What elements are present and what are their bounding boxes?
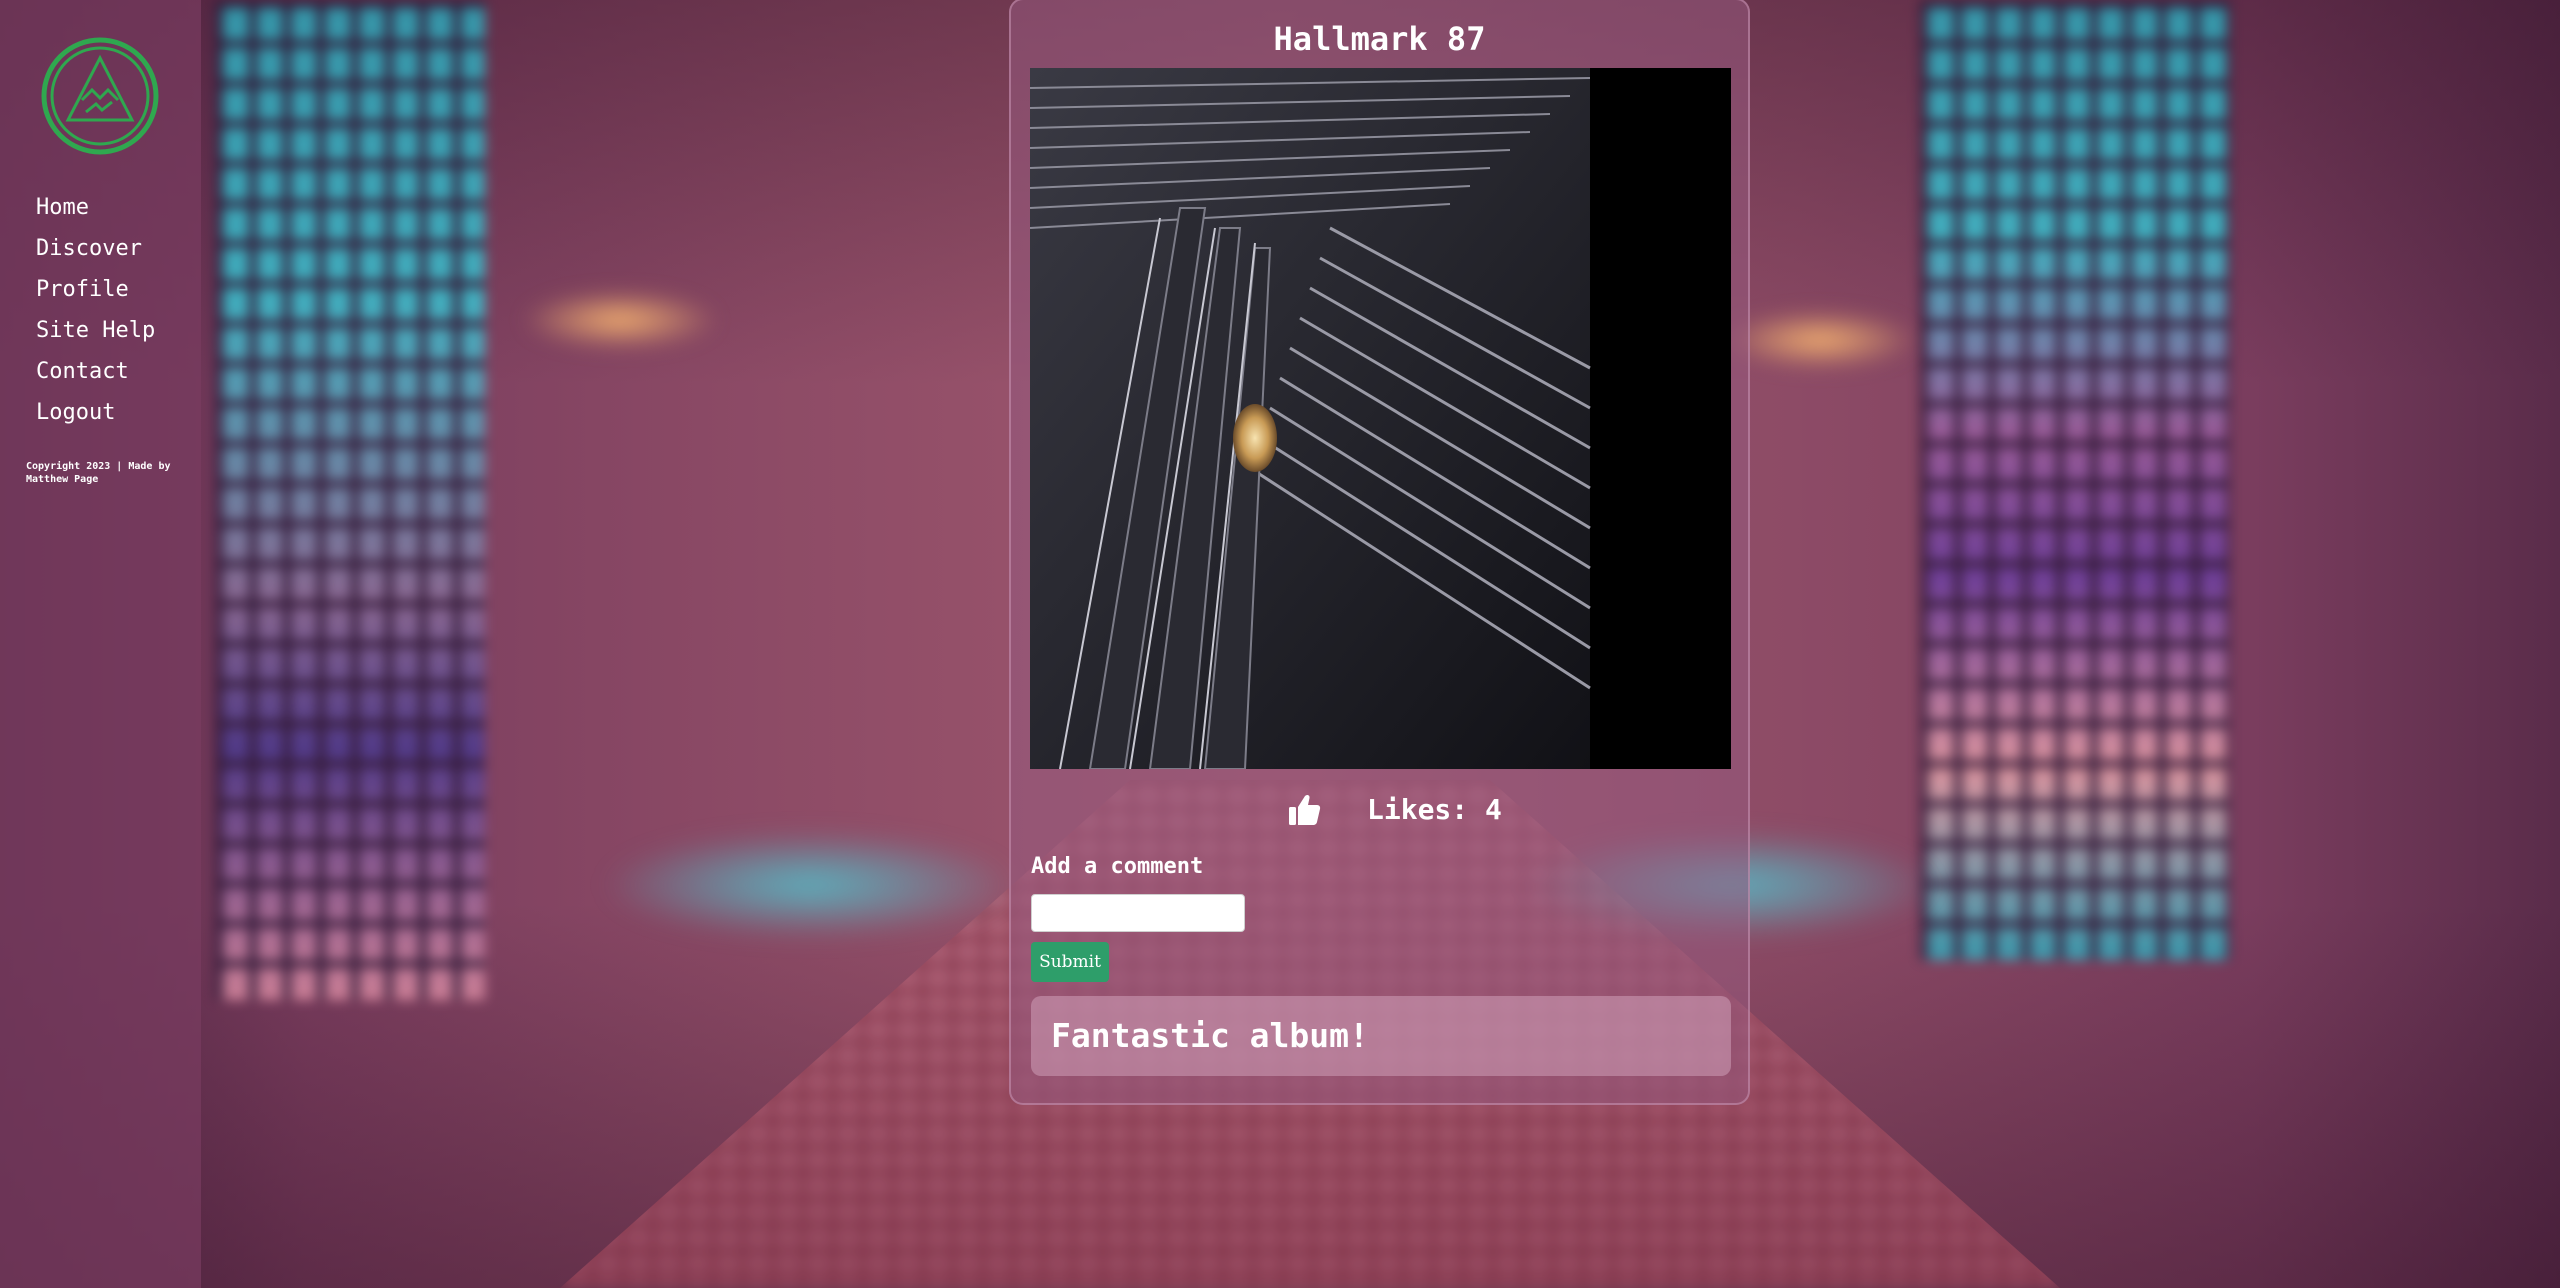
thumbs-up-icon[interactable]: [1286, 792, 1322, 828]
likes-count: Likes: 4: [1367, 793, 1502, 826]
copyright-text: Copyright 2023 | Made by Matthew Page: [26, 461, 171, 485]
post-title: Hallmark 87: [1273, 20, 1486, 58]
submit-button[interactable]: Submit: [1031, 942, 1109, 982]
triangle-mountain-logo-icon[interactable]: [40, 36, 160, 156]
background-window-left: [215, 0, 485, 1000]
sidebar-item-logout[interactable]: Logout: [36, 395, 155, 436]
sidebar-item-home[interactable]: Home: [36, 190, 155, 231]
like-row: Likes: 4: [1011, 790, 1748, 834]
background-light-left: [520, 290, 720, 350]
album-cover-image: [1030, 68, 1731, 769]
post-card: Hallmark 87 Likes: 4 Add a comment Submi…: [1009, 0, 1750, 1105]
comment-text: Fantastic album!: [1051, 1016, 1369, 1055]
background-light-right: [1720, 310, 1920, 370]
background-glow-left: [600, 830, 1020, 940]
sidebar-item-contact[interactable]: Contact: [36, 354, 155, 395]
background-window-right: [1920, 0, 2230, 960]
sidebar-item-site-help[interactable]: Site Help: [36, 313, 155, 354]
sidebar-nav: Home Discover Profile Site Help Contact …: [36, 190, 155, 436]
add-comment-label: Add a comment: [1031, 854, 1204, 879]
comment-input[interactable]: [1031, 894, 1245, 932]
sidebar: Home Discover Profile Site Help Contact …: [0, 0, 201, 1288]
sidebar-item-discover[interactable]: Discover: [36, 231, 155, 272]
sidebar-item-profile[interactable]: Profile: [36, 272, 155, 313]
comment-item: Fantastic album!: [1031, 996, 1731, 1076]
